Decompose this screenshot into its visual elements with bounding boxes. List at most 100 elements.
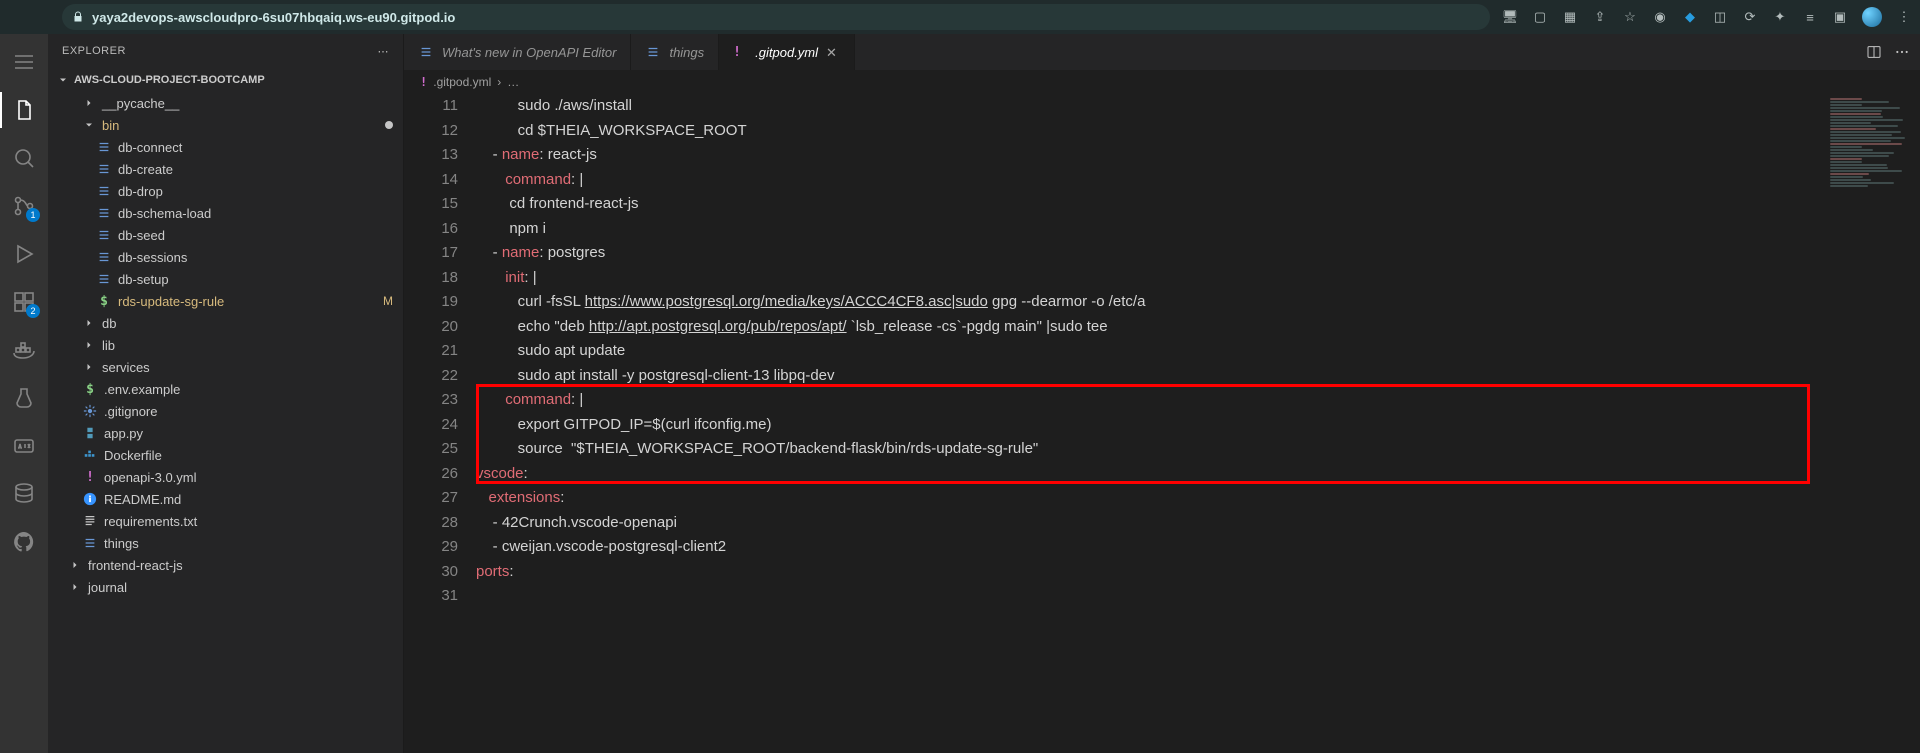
ext1-icon[interactable]: ◉: [1652, 9, 1668, 25]
scm-badge: 1: [26, 208, 40, 222]
activity-extensions[interactable]: 2: [0, 280, 48, 324]
tab-openapi-news[interactable]: What's new in OpenAPI Editor: [404, 34, 631, 70]
yaml-icon: !: [82, 469, 98, 485]
folder-services[interactable]: services: [48, 356, 403, 378]
split-editor-icon[interactable]: [1866, 44, 1882, 60]
activity-docker[interactable]: [0, 328, 48, 372]
tab-bar: What's new in OpenAPI Editor things ! .g…: [404, 34, 1920, 70]
chevron-right-icon: [82, 316, 96, 330]
minimap[interactable]: [1824, 94, 1920, 753]
chevron-right-icon: [68, 580, 82, 594]
activity-api[interactable]: [0, 424, 48, 468]
qr-icon[interactable]: ▦: [1562, 9, 1578, 25]
explorer-title: EXPLORER: [62, 45, 126, 57]
activity-github[interactable]: [0, 520, 48, 564]
chevron-right-icon: [82, 96, 96, 110]
chevron-down-icon: [56, 73, 70, 87]
editor-more-icon[interactable]: [1894, 44, 1910, 60]
activity-scm[interactable]: 1: [0, 184, 48, 228]
tab-things[interactable]: things: [631, 34, 719, 70]
lock-icon: [72, 11, 84, 23]
dollar-icon: $: [82, 381, 98, 397]
file-db-sessions[interactable]: db-sessions: [48, 246, 403, 268]
folder-db[interactable]: db: [48, 312, 403, 334]
folder-lib[interactable]: lib: [48, 334, 403, 356]
ext3-icon[interactable]: ◫: [1712, 9, 1728, 25]
python-icon: [82, 425, 98, 441]
file-readme[interactable]: README.md: [48, 488, 403, 510]
browser-menu-icon[interactable]: ⋮: [1896, 9, 1912, 25]
file-tree: __pycache__ bin db-connect db-create db-…: [48, 92, 403, 753]
file-openapi-yml[interactable]: !openapi-3.0.yml: [48, 466, 403, 488]
file-dockerfile[interactable]: Dockerfile: [48, 444, 403, 466]
activity-menu[interactable]: [0, 40, 48, 84]
clipboard-icon[interactable]: ▢: [1532, 9, 1548, 25]
file-rds-update-sg-rule[interactable]: $rds-update-sg-ruleM: [48, 290, 403, 312]
address-host: yaya2devops-awscloudpro-6su07hbqaiq.ws-e…: [92, 10, 455, 25]
extensions-badge: 2: [26, 304, 40, 318]
file-db-connect[interactable]: db-connect: [48, 136, 403, 158]
file-db-setup[interactable]: db-setup: [48, 268, 403, 290]
share-icon[interactable]: ⇪: [1592, 9, 1608, 25]
folder-bin[interactable]: bin: [48, 114, 403, 136]
repo-header[interactable]: AWS-CLOUD-PROJECT-BOOTCAMP: [48, 68, 403, 92]
file-icon: [96, 183, 112, 199]
file-db-seed[interactable]: db-seed: [48, 224, 403, 246]
chevron-right-icon: [82, 360, 96, 374]
activity-bar: 1 2: [0, 34, 48, 753]
breadcrumb-more: …: [507, 75, 519, 89]
info-icon: [82, 491, 98, 507]
file-icon: [96, 139, 112, 155]
file-db-schema-load[interactable]: db-schema-load: [48, 202, 403, 224]
browser-toolbar: yaya2devops-awscloudpro-6su07hbqaiq.ws-e…: [0, 0, 1920, 34]
file-things[interactable]: things: [48, 532, 403, 554]
folder-journal[interactable]: journal: [48, 576, 403, 598]
folder-pycache[interactable]: __pycache__: [48, 92, 403, 114]
code-content[interactable]: sudo ./aws/install cd $THEIA_WORKSPACE_R…: [476, 94, 1824, 753]
file-icon: [96, 205, 112, 221]
dollar-icon: $: [96, 293, 112, 309]
file-db-create[interactable]: db-create: [48, 158, 403, 180]
panel-icon[interactable]: ▣: [1832, 9, 1848, 25]
editor-area: What's new in OpenAPI Editor things ! .g…: [404, 34, 1920, 753]
docker-icon: [82, 447, 98, 463]
chevron-down-icon: [82, 118, 96, 132]
breadcrumb-file: .gitpod.yml: [433, 75, 491, 89]
activity-debug[interactable]: [0, 232, 48, 276]
repo-name: AWS-CLOUD-PROJECT-BOOTCAMP: [74, 74, 265, 86]
profile-avatar[interactable]: [1862, 7, 1882, 27]
file-requirements[interactable]: requirements.txt: [48, 510, 403, 532]
file-icon: [96, 161, 112, 177]
star-icon[interactable]: ☆: [1622, 9, 1638, 25]
text-icon: [82, 513, 98, 529]
ext2-icon[interactable]: ◆: [1682, 9, 1698, 25]
modified-badge: M: [383, 294, 393, 308]
explorer-more-icon[interactable]: ⋯: [378, 45, 390, 58]
activity-search[interactable]: [0, 136, 48, 180]
reading-icon[interactable]: ≡: [1802, 9, 1818, 25]
puzzle-icon[interactable]: ✦: [1772, 9, 1788, 25]
activity-database[interactable]: [0, 472, 48, 516]
file-env-example[interactable]: $.env.example: [48, 378, 403, 400]
file-icon: [645, 44, 661, 60]
line-gutter: 1112131415161718192021222324252627282930…: [404, 94, 476, 753]
file-icon: [418, 44, 434, 60]
folder-frontend[interactable]: frontend-react-js: [48, 554, 403, 576]
chevron-right-icon: [68, 558, 82, 572]
translate-icon[interactable]: 🖥︎: [1502, 9, 1518, 25]
file-icon: [96, 249, 112, 265]
file-app-py[interactable]: app.py: [48, 422, 403, 444]
activity-explorer[interactable]: [0, 88, 48, 132]
address-bar[interactable]: yaya2devops-awscloudpro-6su07hbqaiq.ws-e…: [62, 4, 1490, 30]
tab-gitpod-yml[interactable]: ! .gitpod.yml ✕: [719, 34, 855, 70]
breadcrumb[interactable]: ! .gitpod.yml › …: [404, 70, 1920, 94]
file-icon: [82, 535, 98, 551]
ext4-icon[interactable]: ⟳: [1742, 9, 1758, 25]
close-icon[interactable]: ✕: [826, 45, 840, 59]
file-icon: [96, 227, 112, 243]
code-editor[interactable]: 1112131415161718192021222324252627282930…: [404, 94, 1920, 753]
activity-testing[interactable]: [0, 376, 48, 420]
file-icon: [96, 271, 112, 287]
file-gitignore[interactable]: .gitignore: [48, 400, 403, 422]
file-db-drop[interactable]: db-drop: [48, 180, 403, 202]
